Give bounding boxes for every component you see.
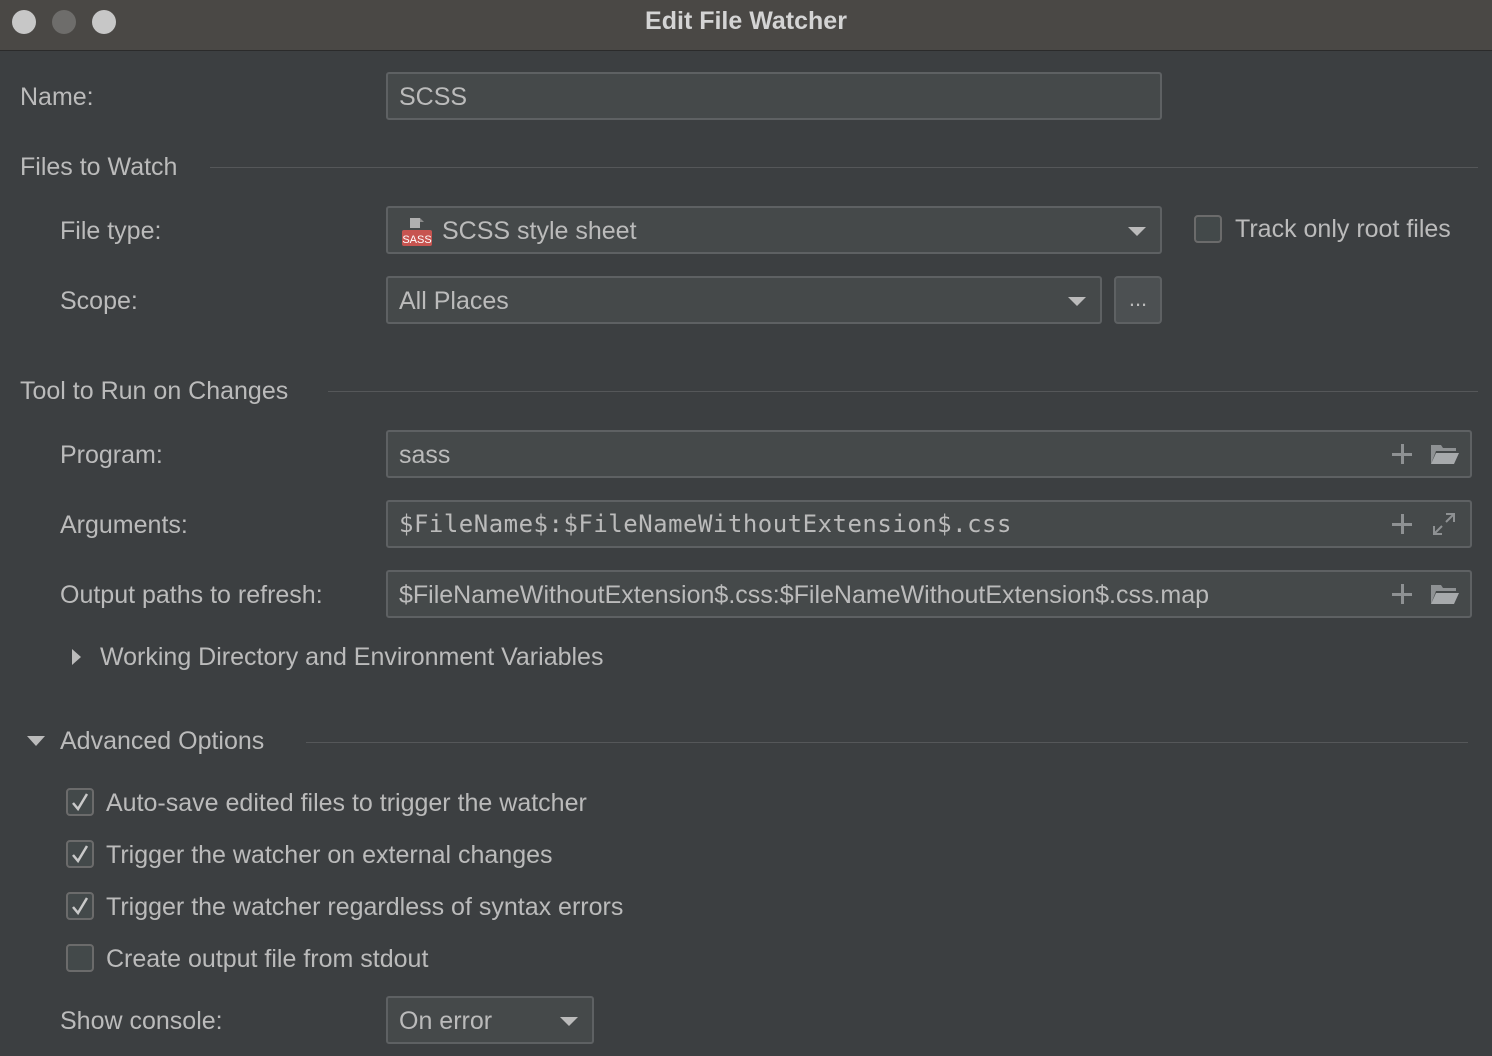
chevron-down-icon	[1128, 227, 1146, 236]
scope-dropdown[interactable]: All Places	[386, 276, 1102, 324]
sass-file-icon: SASS	[402, 218, 432, 246]
ellipsis-label: ...	[1128, 286, 1148, 311]
expand-triangle-icon[interactable]	[72, 649, 81, 665]
arguments-field[interactable]: $FileName$:$FileNameWithoutExtension$.cs…	[386, 500, 1472, 548]
auto-save-checkbox[interactable]	[66, 788, 94, 816]
scope-value: All Places	[399, 287, 509, 315]
title-bar: Edit File Watcher	[0, 0, 1492, 51]
track-root-checkbox[interactable]	[1194, 215, 1222, 243]
svg-text:SASS: SASS	[402, 234, 431, 246]
insert-macro-icon[interactable]	[1392, 514, 1412, 534]
insert-macro-icon[interactable]	[1392, 584, 1412, 604]
window-title: Edit File Watcher	[645, 7, 847, 35]
folder-icon[interactable]	[1430, 442, 1460, 466]
files-to-watch-title: Files to Watch	[20, 153, 178, 181]
syntax-errors-label: Trigger the watcher regardless of syntax…	[106, 893, 624, 921]
checkmark-icon	[72, 897, 89, 916]
scope-label: Scope:	[60, 287, 138, 315]
output-paths-label: Output paths to refresh:	[60, 581, 323, 609]
arguments-value: $FileName$:$FileNameWithoutExtension$.cs…	[399, 510, 1012, 538]
tool-section-title: Tool to Run on Changes	[20, 377, 289, 405]
expand-icon[interactable]	[1432, 512, 1456, 536]
name-field[interactable]: SCSS	[386, 72, 1162, 120]
tool-section-divider	[328, 391, 1478, 392]
file-type-dropdown[interactable]: SASS SCSS style sheet	[386, 206, 1162, 254]
file-type-label: File type:	[60, 217, 162, 245]
advanced-options-divider	[306, 742, 1468, 743]
name-value: SCSS	[399, 83, 468, 111]
advanced-options-title[interactable]: Advanced Options	[60, 726, 264, 756]
chevron-down-icon	[1068, 297, 1086, 306]
program-label: Program:	[60, 441, 163, 469]
name-label: Name:	[20, 83, 94, 111]
files-to-watch-divider	[210, 167, 1478, 168]
arguments-label: Arguments:	[60, 511, 188, 539]
external-changes-label: Trigger the watcher on external changes	[106, 841, 553, 869]
folder-icon[interactable]	[1430, 582, 1460, 606]
syntax-errors-checkbox[interactable]	[66, 892, 94, 920]
checkmark-icon	[72, 793, 89, 812]
track-root-label: Track only root files	[1235, 215, 1451, 243]
scope-browse-button[interactable]: ...	[1114, 276, 1162, 324]
working-dir-toggle[interactable]: Working Directory and Environment Variab…	[100, 642, 603, 672]
stdout-output-label: Create output file from stdout	[106, 945, 429, 973]
chevron-down-icon	[560, 1017, 578, 1026]
external-changes-checkbox[interactable]	[66, 840, 94, 868]
collapse-triangle-icon[interactable]	[27, 736, 45, 746]
show-console-value: On error	[399, 1007, 493, 1035]
file-type-value: SCSS style sheet	[442, 217, 637, 245]
auto-save-label: Auto-save edited files to trigger the wa…	[106, 789, 587, 817]
output-paths-value: $FileNameWithoutExtension$.css:$FileName…	[399, 581, 1210, 609]
program-field[interactable]: sass	[386, 430, 1472, 478]
program-value: sass	[399, 441, 451, 469]
output-paths-field[interactable]: $FileNameWithoutExtension$.css:$FileName…	[386, 570, 1472, 618]
checkmark-icon	[72, 845, 89, 864]
show-console-label: Show console:	[60, 1007, 223, 1035]
stdout-output-checkbox[interactable]	[66, 944, 94, 972]
insert-macro-icon[interactable]	[1392, 444, 1412, 464]
show-console-dropdown[interactable]: On error	[386, 996, 594, 1044]
